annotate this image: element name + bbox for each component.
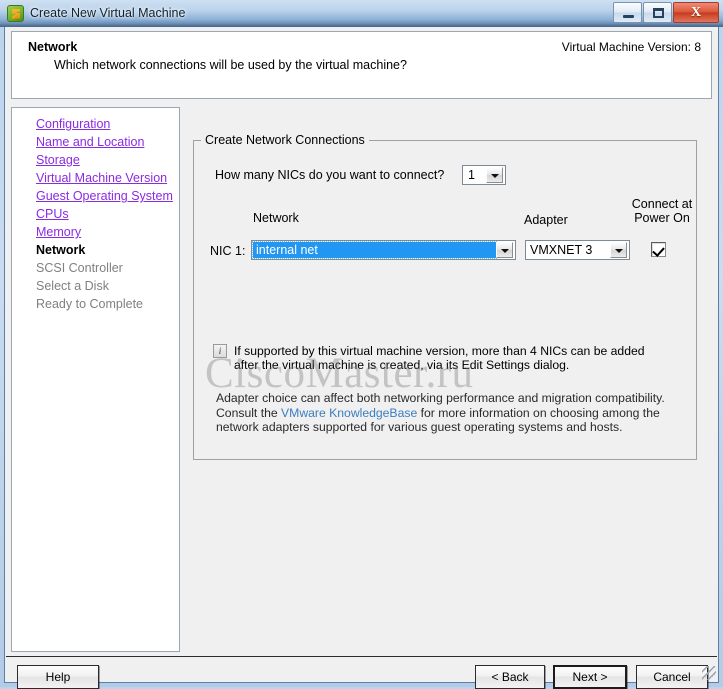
minimize-icon: [623, 15, 634, 18]
connect-header-line2: Power On: [634, 211, 690, 225]
chevron-down-icon[interactable]: [496, 242, 513, 258]
connect-header-line1: Connect at: [631, 197, 693, 211]
adapter-value: VMXNET 3: [530, 243, 593, 257]
sidebar-item-network: Network: [36, 243, 86, 257]
info-icon: i: [213, 344, 227, 358]
group-legend: Create Network Connections: [201, 133, 369, 147]
close-icon: X: [690, 4, 702, 20]
window-controls: X: [612, 2, 719, 23]
wizard-header: Network Which network connections will b…: [11, 31, 712, 99]
wizard-steps-panel: Configuration Name and Location Storage …: [11, 107, 180, 652]
close-button[interactable]: X: [673, 2, 719, 23]
footer-separator: [6, 656, 717, 657]
adapter-dropdown[interactable]: VMXNET 3: [525, 240, 630, 260]
page-subtitle: Which network connections will be used b…: [54, 58, 407, 72]
next-button[interactable]: Next >: [553, 665, 627, 689]
sidebar-item-virtual-machine-version[interactable]: Virtual Machine Version: [12, 170, 179, 186]
connect-at-power-on-checkbox[interactable]: [651, 242, 666, 257]
column-header-network: Network: [253, 211, 299, 225]
minimize-button[interactable]: [613, 2, 642, 23]
chevron-down-icon[interactable]: [610, 242, 627, 258]
title-bar: Create New Virtual Machine X: [0, 0, 723, 27]
sidebar-item-name-and-location[interactable]: Name and Location: [12, 134, 179, 150]
nic-count-value: 1: [468, 168, 475, 182]
client-area: Network Which network connections will b…: [4, 27, 719, 689]
sidebar-item-scsi-controller: SCSI Controller: [36, 261, 123, 275]
sidebar-item-ready-to-complete: Ready to Complete: [36, 297, 144, 311]
cancel-button[interactable]: Cancel: [636, 665, 708, 689]
column-header-connect-at-power-on: Connect at Power On: [629, 197, 695, 225]
maximize-button[interactable]: [643, 2, 672, 23]
sidebar-item-cpus[interactable]: CPUs: [12, 206, 179, 222]
adapter-choice-note: Adapter choice can affect both networkin…: [216, 391, 678, 435]
create-vm-window: Create New Virtual Machine X Network Whi…: [0, 0, 723, 689]
chevron-down-icon[interactable]: [486, 167, 503, 183]
network-value: internal net: [252, 241, 497, 259]
sidebar-item-select-a-disk: Select a Disk: [36, 279, 109, 293]
page-title: Network: [28, 40, 78, 54]
help-button[interactable]: Help: [17, 665, 99, 689]
nic-count-dropdown[interactable]: 1: [462, 165, 506, 185]
vmware-knowledgebase-link[interactable]: VMware KnowledgeBase: [281, 406, 417, 420]
vsphere-vm-icon: [7, 4, 24, 22]
sidebar-item-memory[interactable]: Memory: [12, 224, 179, 240]
sidebar-item-storage[interactable]: Storage: [12, 152, 179, 168]
column-header-adapter: Adapter: [524, 213, 568, 227]
nic-info-text: If supported by this virtual machine ver…: [234, 344, 645, 372]
network-dropdown[interactable]: internal net: [251, 240, 516, 260]
vm-version-label: Virtual Machine Version: 8: [561, 40, 701, 54]
sidebar-item-guest-operating-system[interactable]: Guest Operating System: [12, 188, 179, 204]
nic-1-label: NIC 1:: [210, 244, 246, 258]
maximize-icon: [653, 8, 664, 18]
sidebar-item-configuration[interactable]: Configuration: [12, 116, 179, 132]
back-button[interactable]: < Back: [475, 665, 545, 689]
window-title: Create New Virtual Machine: [30, 6, 186, 20]
nic-count-label: How many NICs do you want to connect?: [215, 168, 445, 182]
